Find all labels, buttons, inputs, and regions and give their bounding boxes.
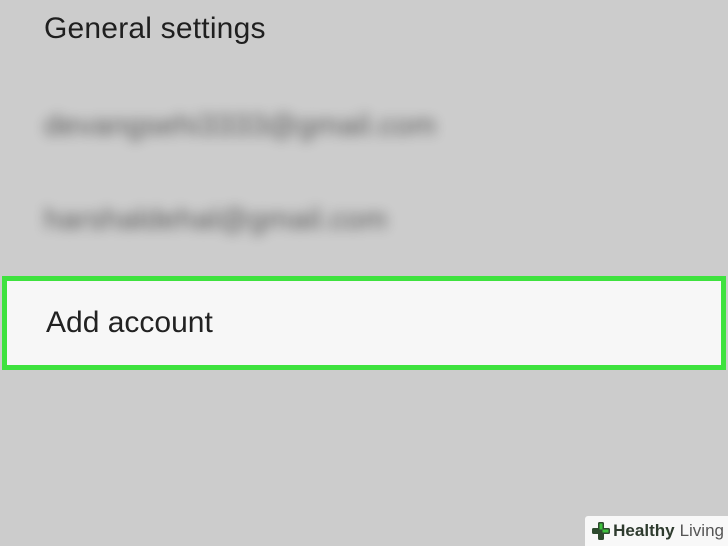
watermark-brand-first: Healthy bbox=[613, 521, 675, 540]
general-settings-label: General settings bbox=[44, 12, 266, 45]
account-item[interactable]: devangsehi3333@gmail.com bbox=[0, 106, 728, 146]
plus-cross-icon bbox=[591, 521, 611, 541]
account-email-blurred: devangsehi3333@gmail.com bbox=[44, 109, 437, 142]
add-account-label: Add account bbox=[46, 306, 213, 339]
settings-screen: General settings devangsehi3333@gmail.co… bbox=[0, 0, 728, 546]
general-settings-item[interactable]: General settings bbox=[0, 8, 728, 50]
add-account-button[interactable]: Add account bbox=[2, 276, 726, 370]
watermark: Healthy Living bbox=[585, 516, 728, 546]
account-email-blurred: harshaldehal@gmail.com bbox=[44, 203, 388, 236]
watermark-brand-second: Living bbox=[679, 521, 724, 540]
account-item[interactable]: harshaldehal@gmail.com bbox=[0, 200, 728, 240]
